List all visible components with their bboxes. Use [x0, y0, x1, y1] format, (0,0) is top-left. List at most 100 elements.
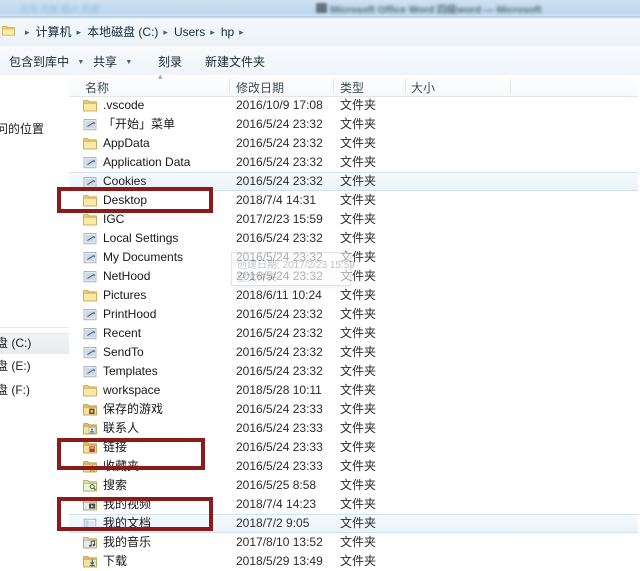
- address-bar[interactable]: ▸ 计算机 ▸ 本地磁盘 (C:) ▸ Users ▸ hp ▸: [0, 19, 640, 47]
- breadcrumb-separator: ▸: [239, 27, 244, 37]
- column-header-name[interactable]: 名称: [85, 79, 109, 96]
- date-modified-cell: 2016/5/24 23:32: [236, 326, 323, 340]
- sidebar-item-local-disk-e[interactable]: 本地磁盘 (E:): [0, 357, 69, 376]
- toolbar-item-label: 共享: [93, 55, 118, 69]
- type-cell: 文件夹: [340, 326, 377, 340]
- column-header-size[interactable]: 大小: [411, 79, 435, 96]
- breadcrumb-item-hp[interactable]: hp: [221, 24, 234, 40]
- sidebar-item-local-disk-f[interactable]: 本地磁盘 (F:): [0, 381, 69, 400]
- table-row[interactable]: AppData 2016/5/24 23:32 文件夹: [69, 134, 640, 153]
- video-folder-icon: [83, 498, 97, 511]
- table-row[interactable]: Desktop 2018/7/4 14:31 文件夹: [69, 191, 640, 210]
- table-row[interactable]: 联系人 2016/5/24 23:33 文件夹: [69, 419, 640, 438]
- type-cell: 文件夹: [340, 478, 377, 492]
- table-row[interactable]: Pictures 2018/6/11 10:24 文件夹: [69, 286, 640, 305]
- file-list-view[interactable]: 名称 修改日期 类型 大小 ▴ .vscode 2016/10/9 17:08 文件…: [69, 71, 640, 568]
- date-modified-cell: 2016/5/25 8:58: [236, 478, 317, 492]
- junction-icon: [83, 176, 97, 189]
- column-divider[interactable]: [510, 78, 511, 93]
- sidebar-item-local-disk-c[interactable]: 本地磁盘 (C:): [0, 333, 69, 354]
- table-row[interactable]: PrintHood 2016/5/24 23:32 文件夹: [69, 305, 640, 324]
- breadcrumb-separator: ▸: [25, 27, 30, 37]
- column-divider[interactable]: [333, 78, 334, 93]
- date-modified-cell: 2018/7/2 9:05: [236, 516, 310, 530]
- chevron-down-icon: ▼: [77, 59, 85, 67]
- column-header-row[interactable]: 名称 修改日期 类型 大小 ▴: [69, 71, 640, 97]
- junction-icon: [83, 365, 97, 378]
- date-modified-cell: 2016/5/24 23:32: [236, 155, 323, 169]
- file-name-cell: Pictures: [103, 288, 147, 302]
- file-name-cell: 下载: [103, 554, 128, 568]
- toolbar-share[interactable]: 共享 ▼: [93, 53, 132, 70]
- table-row[interactable]: Application Data 2016/5/24 23:32 文件夹: [69, 153, 640, 172]
- breadcrumb-item-local-disk-c[interactable]: 本地磁盘 (C:): [87, 24, 158, 40]
- column-divider[interactable]: [405, 78, 406, 93]
- type-cell: 文件夹: [340, 174, 377, 188]
- type-cell: 文件夹: [340, 497, 377, 511]
- column-divider[interactable]: [229, 78, 230, 93]
- file-name-cell: 收藏夹: [103, 459, 140, 473]
- folder-icon: [83, 194, 97, 207]
- date-modified-cell: 2016/5/24 23:33: [236, 440, 323, 454]
- junction-icon: [83, 232, 97, 245]
- file-name-cell: Local Settings: [103, 231, 179, 245]
- breadcrumb-item-users[interactable]: Users: [174, 24, 205, 40]
- contacts-folder-icon: [83, 422, 97, 435]
- table-row[interactable]: 我的音乐 2017/8/10 13:52 文件夹: [69, 533, 640, 552]
- type-cell: 文件夹: [340, 98, 377, 112]
- table-row[interactable]: 下载 2018/5/29 13:49 文件夹: [69, 552, 640, 571]
- documents-folder-icon: [83, 518, 97, 531]
- table-row[interactable]: 收藏夹 2016/5/24 23:33 文件夹: [69, 457, 640, 476]
- sidebar-item-label: 本地磁盘 (C:): [0, 336, 32, 350]
- table-row[interactable]: .vscode 2016/10/9 17:08 文件夹: [69, 96, 640, 115]
- type-cell: 文件夹: [340, 345, 377, 359]
- table-row[interactable]: NetHood 2016/5/24 23:32 文件夹: [69, 267, 640, 286]
- table-row[interactable]: 链接 2016/5/24 23:33 文件夹: [69, 438, 640, 457]
- table-row[interactable]: SendTo 2016/5/24 23:32 文件夹: [69, 343, 640, 362]
- table-row[interactable]: My Documents 2016/5/24 23:32 文件夹: [69, 248, 640, 267]
- table-row[interactable]: 搜索 2016/5/25 8:58 文件夹: [69, 476, 640, 495]
- column-header-type[interactable]: 类型: [340, 79, 364, 96]
- sidebar-item-label: 本地磁盘 (E:): [0, 359, 31, 373]
- search-folder-icon: [83, 479, 97, 492]
- breadcrumb[interactable]: ▸ 计算机 ▸ 本地磁盘 (C:) ▸ Users ▸ hp ▸: [20, 24, 250, 40]
- type-cell: 文件夹: [340, 250, 377, 264]
- date-modified-cell: 2018/6/11 10:24: [236, 288, 322, 302]
- file-explorer-window: ▸ 计算机 ▸ 本地磁盘 (C:) ▸ Users ▸ hp ▸ 包含到库中 ▼…: [0, 19, 640, 568]
- junction-icon: [83, 308, 97, 321]
- type-cell: 文件夹: [340, 440, 377, 454]
- table-row[interactable]: Recent 2016/5/24 23:32 文件夹: [69, 324, 640, 343]
- toolbar-new-folder[interactable]: 新建文件夹: [205, 53, 265, 70]
- links-folder-icon: [83, 441, 97, 454]
- table-row[interactable]: Cookies 2016/5/24 23:32 文件夹: [69, 172, 640, 191]
- breadcrumb-item-computer[interactable]: 计算机: [36, 24, 72, 40]
- folder-icon: [83, 137, 97, 150]
- toolbar-burn[interactable]: 刻录: [158, 53, 182, 70]
- table-row[interactable]: 「开始」菜单 2016/5/24 23:32 文件夹: [69, 115, 640, 134]
- table-row[interactable]: Templates 2016/5/24 23:32 文件夹: [69, 362, 640, 381]
- table-row[interactable]: Local Settings 2016/5/24 23:32 文件夹: [69, 229, 640, 248]
- background-window-ribbon-text: 文件 开始 插入 页面: [20, 4, 100, 14]
- table-row[interactable]: 我的视频 2018/7/4 14:23 文件夹: [69, 495, 640, 514]
- type-cell: 文件夹: [340, 535, 377, 549]
- date-modified-cell: 2017/2/23 15:59: [236, 212, 323, 226]
- file-name-cell: 搜索: [103, 478, 128, 492]
- type-cell: 文件夹: [340, 136, 377, 150]
- type-cell: 文件夹: [340, 554, 377, 568]
- table-row[interactable]: IGC 2017/2/23 15:59 文件夹: [69, 210, 640, 229]
- date-modified-cell: 2018/5/29 13:49: [236, 554, 323, 568]
- file-name-cell: Application Data: [103, 155, 191, 169]
- table-row[interactable]: workspace 2018/5/28 10:11 文件夹: [69, 381, 640, 400]
- table-row[interactable]: 我的文档 2018/7/2 9:05 文件夹: [69, 514, 640, 533]
- sidebar-item-recent-places[interactable]: 最近访问的位置: [0, 120, 69, 139]
- file-name-cell: 我的音乐: [103, 535, 152, 549]
- file-name-cell: .vscode: [103, 98, 145, 112]
- toolbar-include-in-library[interactable]: 包含到库中 ▼: [9, 53, 84, 70]
- table-row[interactable]: 保存的游戏 2016/5/24 23:33 文件夹: [69, 400, 640, 419]
- file-name-cell: Recent: [103, 326, 142, 340]
- file-name-cell: IGC: [103, 212, 125, 226]
- date-modified-cell: 2017/8/10 13:52: [236, 535, 323, 549]
- column-header-date-modified[interactable]: 修改日期: [236, 79, 284, 96]
- navigation-pane[interactable]: 最近访问的位置 本地磁盘 (C:) 本地磁盘 (E:) 本地磁盘 (F:): [0, 75, 70, 561]
- date-modified-cell: 2016/5/24 23:33: [236, 402, 323, 416]
